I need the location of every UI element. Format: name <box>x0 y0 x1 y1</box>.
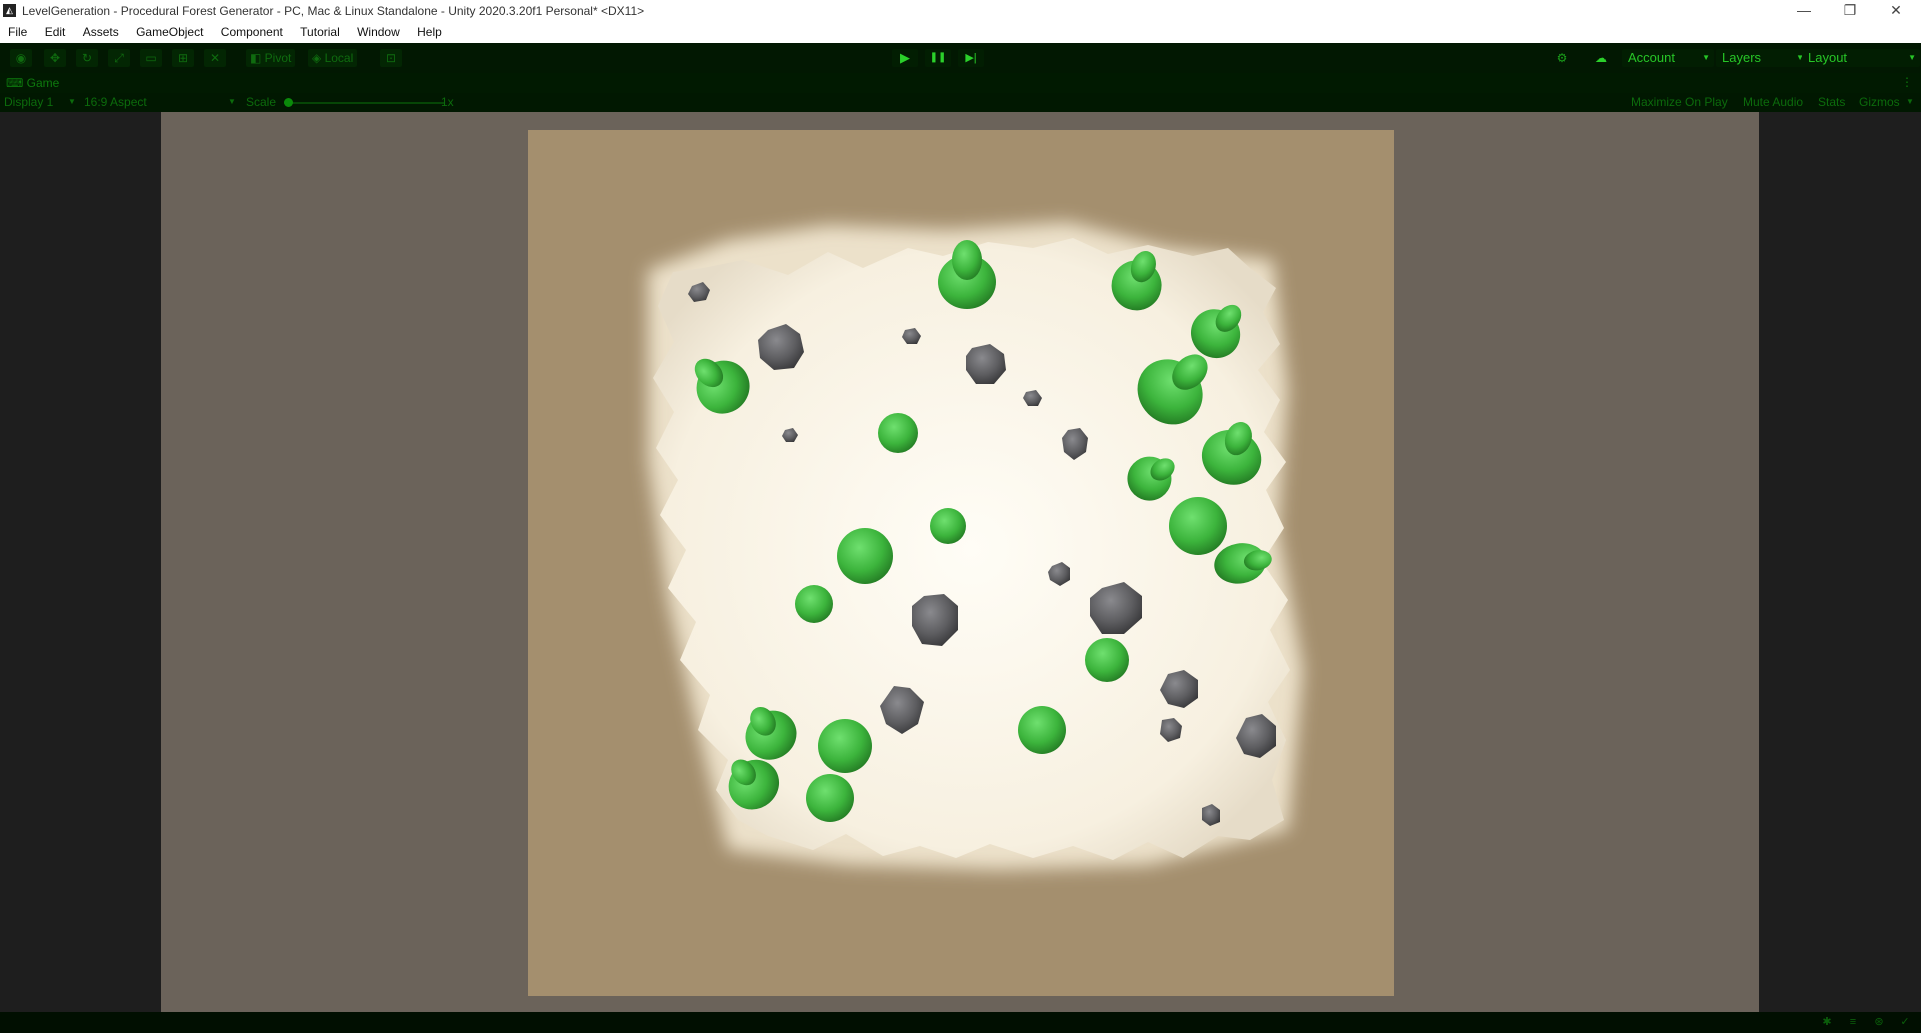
game-options-bar: Display 1 ▼ 16:9 Aspect ▼ Scale 1x Maxim… <box>0 93 1921 112</box>
menu-edit[interactable]: Edit <box>39 22 72 43</box>
tree <box>806 774 854 822</box>
local-toggle[interactable]: ◈ Local <box>308 49 358 67</box>
tree <box>837 528 893 584</box>
menu-tutorial[interactable]: Tutorial <box>294 22 346 43</box>
menu-assets[interactable]: Assets <box>77 22 125 43</box>
tree <box>878 413 918 453</box>
custom-tool-icon[interactable]: ✕ <box>204 49 226 67</box>
tree <box>930 508 966 544</box>
cloud-icon[interactable]: ☁ <box>1590 49 1612 67</box>
tree <box>1085 638 1129 682</box>
collab-icon[interactable]: ⚙ <box>1551 49 1573 67</box>
account-label: Account <box>1628 50 1675 65</box>
layers-dropdown[interactable]: Layers ▼ <box>1716 49 1808 67</box>
menu-file[interactable]: File <box>2 22 33 43</box>
rect-tool-icon[interactable]: ▭ <box>140 49 162 67</box>
layers-icon[interactable]: ≡ <box>1846 1016 1860 1029</box>
pause-button[interactable]: ❚❚ <box>925 49 951 67</box>
scale-value: 1x <box>441 95 454 109</box>
menu-help[interactable]: Help <box>411 22 448 43</box>
grid-snap-icon[interactable]: ⊡ <box>380 49 402 67</box>
layout-label: Layout <box>1808 50 1848 65</box>
menu-bar: File Edit Assets GameObject Component Tu… <box>0 22 1921 43</box>
pivot-label: Pivot <box>264 51 292 65</box>
scale-slider-handle[interactable] <box>284 98 293 107</box>
title-bar: ◭ LevelGeneration - Procedural Forest Ge… <box>0 0 1921 22</box>
camera-viewport <box>161 112 1759 1012</box>
tree <box>1169 497 1227 555</box>
main-toolbar: ◉ ✥ ↻ ⤢ ▭ ⊞ ✕ ◧ Pivot ◈ Local ⊡ ▶ ❚❚ ▶| … <box>0 43 1921 73</box>
maximize-on-play-toggle[interactable]: Maximize On Play <box>1631 95 1728 109</box>
unity-logo-icon: ◭ <box>3 4 16 17</box>
close-button[interactable]: ✕ <box>1873 0 1919 22</box>
chevron-down-icon: ▼ <box>1906 97 1914 106</box>
network-icon[interactable]: ⊛ <box>1872 1016 1886 1029</box>
rotate-tool-icon[interactable]: ↻ <box>76 49 98 67</box>
tree <box>795 585 833 623</box>
chevron-down-icon: ▼ <box>1702 53 1710 62</box>
restore-button[interactable]: ❐ <box>1827 0 1873 22</box>
stats-toggle[interactable]: Stats <box>1818 95 1845 109</box>
tree <box>818 719 872 773</box>
chevron-down-icon: ▼ <box>68 97 76 106</box>
chevron-down-icon: ▼ <box>228 97 236 106</box>
mute-audio-toggle[interactable]: Mute Audio <box>1743 95 1803 109</box>
play-button[interactable]: ▶ <box>892 49 918 67</box>
menu-gameobject[interactable]: GameObject <box>130 22 209 43</box>
gizmos-dropdown[interactable]: Gizmos <box>1859 95 1900 109</box>
step-button[interactable]: ▶| <box>958 49 984 67</box>
game-view[interactable] <box>0 112 1921 1012</box>
pivot-toggle[interactable]: ◧ Pivot <box>246 49 296 67</box>
menu-window[interactable]: Window <box>351 22 406 43</box>
chevron-down-icon: ▼ <box>1908 53 1916 62</box>
scale-tool-icon[interactable]: ⤢ <box>108 49 130 67</box>
gamepad-icon: ⌨ <box>6 76 24 90</box>
more-options-icon[interactable]: ⋮ <box>1901 75 1913 89</box>
aspect-dropdown[interactable]: 16:9 Aspect <box>84 95 147 109</box>
check-icon[interactable]: ✓ <box>1898 1016 1912 1029</box>
bug-icon[interactable]: ✱ <box>1820 1016 1834 1029</box>
account-dropdown[interactable]: Account ▼ <box>1622 49 1714 67</box>
tree <box>1018 706 1066 754</box>
layout-dropdown[interactable]: Layout ▼ <box>1802 49 1920 67</box>
game-tab-header: ⌨ Game ⋮ <box>0 73 1921 93</box>
forest-scene <box>528 130 1394 996</box>
hand-tool-icon[interactable]: ◉ <box>10 49 32 67</box>
display-dropdown[interactable]: Display 1 <box>4 95 53 109</box>
layers-label: Layers <box>1722 50 1762 65</box>
scale-label: Scale <box>246 95 277 109</box>
menu-component[interactable]: Component <box>215 22 289 43</box>
status-bar: ✱ ≡ ⊛ ✓ <box>0 1012 1921 1033</box>
local-label: Local <box>324 51 354 65</box>
tab-game-label: Game <box>26 76 60 90</box>
scale-slider[interactable] <box>284 102 444 104</box>
transform-tool-icon[interactable]: ⊞ <box>172 49 194 67</box>
window-title: LevelGeneration - Procedural Forest Gene… <box>22 4 645 18</box>
tab-game[interactable]: ⌨ Game <box>6 76 59 90</box>
minimize-button[interactable]: — <box>1781 0 1827 22</box>
move-tool-icon[interactable]: ✥ <box>44 49 66 67</box>
